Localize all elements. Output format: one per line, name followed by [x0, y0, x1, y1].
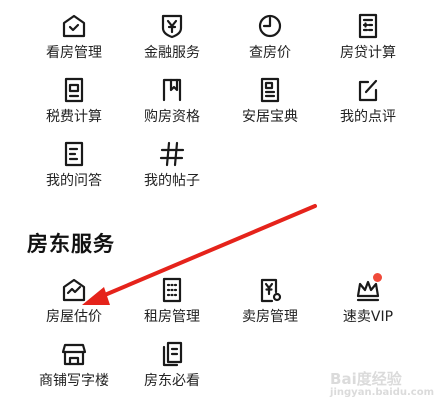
house-shield-icon [62, 14, 86, 38]
landlord-item-label: 房东必看 [144, 373, 200, 389]
landlord-house-valuation[interactable]: 房屋估价 [24, 276, 124, 336]
watermark: Bai度经验 jingyan.baidu.com [330, 368, 434, 398]
tool-my-reviews[interactable]: 我的点评 [318, 76, 418, 136]
tool-label: 税费计算 [46, 109, 102, 125]
tool-label: 房贷计算 [340, 45, 396, 61]
tool-label: 看房管理 [46, 45, 102, 61]
tool-mortgage-calc[interactable]: 房贷计算 [318, 12, 418, 72]
tool-finance[interactable]: 金融服务 [122, 12, 222, 72]
tool-purchase-eligibility[interactable]: 购房资格 [122, 76, 222, 136]
landlord-section-title: 房东服务 [27, 232, 115, 256]
edit-review-icon [358, 79, 378, 102]
house-trend-icon [62, 278, 86, 302]
calculator-icon [358, 13, 378, 39]
tool-tax-calc[interactable]: 税费计算 [24, 76, 124, 136]
landlord-item-label: 商铺写字楼 [39, 373, 109, 389]
hashtag-icon [159, 141, 185, 167]
tool-price-check[interactable]: 查房价 [220, 12, 320, 72]
tool-label: 购房资格 [144, 109, 200, 125]
tool-label: 金融服务 [144, 45, 200, 61]
tool-label: 安居宝典 [242, 109, 298, 125]
notification-badge [373, 273, 382, 282]
tool-living-guide[interactable]: 安居宝典 [220, 76, 320, 136]
watermark-subtext: jingyan.baidu.com [330, 387, 434, 398]
clock-price-icon [258, 14, 282, 38]
tool-house-viewing[interactable]: 看房管理 [24, 12, 124, 72]
landlord-quick-sale-vip[interactable]: 速卖VIP [318, 273, 418, 336]
tool-label: 我的帖子 [144, 173, 200, 189]
landlord-shop-office[interactable]: 商铺写字楼 [24, 340, 124, 400]
qa-doc-icon [64, 141, 84, 167]
tool-label: 我的问答 [46, 173, 102, 189]
tax-doc-icon [64, 77, 84, 103]
landlord-must-read[interactable]: 房东必看 [122, 340, 222, 400]
tool-my-posts[interactable]: 我的帖子 [122, 140, 222, 200]
landlord-item-label: 房屋估价 [46, 309, 102, 325]
landlord-rental-management[interactable]: 租房管理 [122, 276, 222, 336]
sale-doc-icon [260, 278, 282, 303]
watermark-text: Bai度经验 [330, 370, 402, 388]
landlord-item-label: 卖房管理 [242, 309, 298, 325]
bookmark-doc-icon [162, 78, 182, 102]
tool-label: 我的点评 [340, 109, 396, 125]
guide-book-icon [260, 77, 280, 103]
building-icon [162, 277, 182, 303]
landlord-sale-management[interactable]: 卖房管理 [220, 276, 320, 336]
shop-icon [61, 343, 87, 366]
landlord-item-label: 租房管理 [144, 309, 200, 325]
yuan-shield-icon [161, 14, 183, 39]
tool-my-qa[interactable]: 我的问答 [24, 140, 124, 200]
tool-label: 查房价 [249, 45, 291, 61]
pages-icon [162, 341, 183, 367]
landlord-item-label: 速卖VIP [342, 309, 394, 325]
